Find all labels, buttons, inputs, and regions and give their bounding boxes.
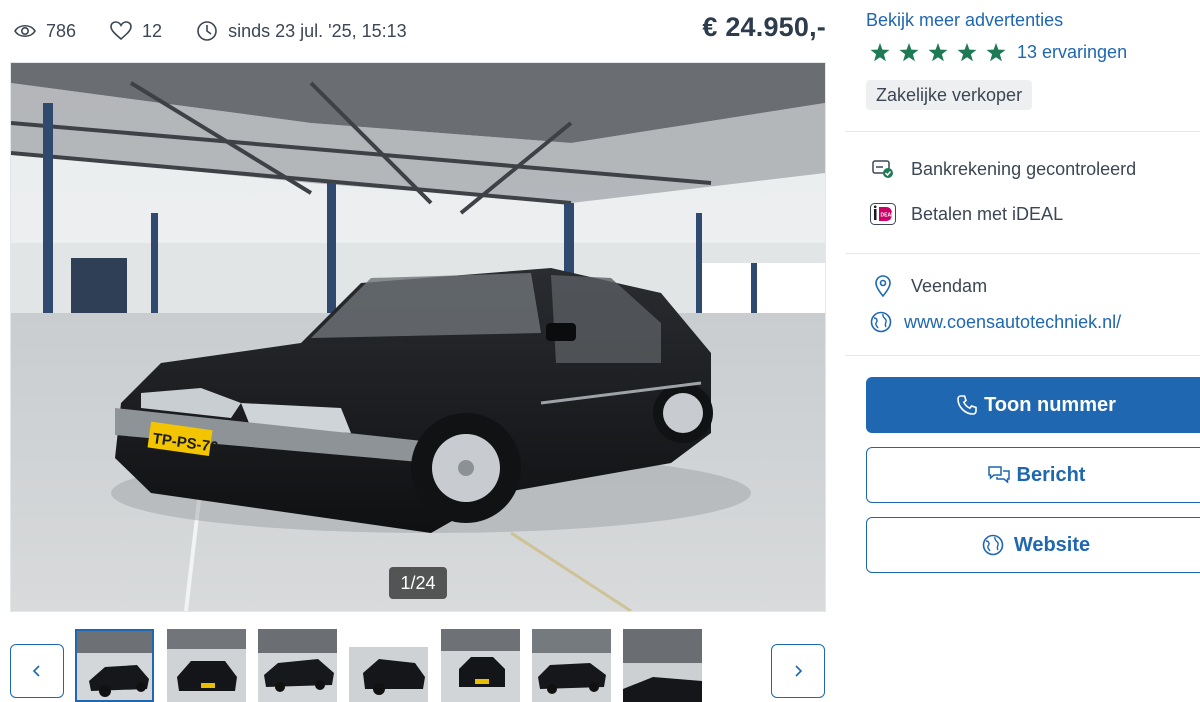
star-icon: [928, 43, 948, 62]
globe-icon: [870, 311, 892, 333]
show-phone-label: Toon nummer: [984, 393, 1116, 416]
bank-verified-row: Bankrekening gecontroleerd: [870, 156, 1136, 182]
thumbnail-6-image: [532, 629, 611, 702]
eye-icon: [14, 24, 36, 38]
listing-stats: 786 12 sinds 23 jul. '25, 15:13: [14, 18, 441, 44]
listing-price: € 24.950,-: [702, 12, 826, 42]
thumbnail-next-button[interactable]: [771, 644, 825, 698]
thumbnail-3[interactable]: [258, 629, 337, 702]
business-seller-badge: Zakelijke verkoper: [866, 80, 1033, 110]
views-stat: 786: [14, 21, 76, 42]
photo-counter: 1/24: [389, 567, 447, 599]
star-icon: [899, 43, 919, 62]
ideal-icon: DEAL: [870, 203, 896, 225]
main-photo[interactable]: TP-PS-76 mobilox: [10, 62, 826, 612]
thumbnail-7[interactable]: [623, 629, 702, 702]
website-url-link[interactable]: www.coensautotechniek.nl/: [904, 312, 1121, 333]
message-button[interactable]: Bericht: [866, 447, 1200, 503]
globe-icon: [982, 534, 1004, 556]
posted-since-stat: sinds 23 jul. '25, 15:13: [196, 20, 407, 42]
thumbnail-5[interactable]: [441, 629, 520, 702]
favorites-count: 12: [142, 20, 163, 41]
message-label: Bericht: [1016, 463, 1086, 486]
divider: [846, 355, 1200, 356]
star-icon: [957, 43, 977, 62]
thumbnail-3-image: [258, 629, 337, 702]
heart-icon: [110, 21, 132, 41]
thumbnail-1[interactable]: [75, 629, 154, 702]
star-icon: [986, 43, 1006, 62]
website-label: Website: [1013, 533, 1091, 556]
thumbnail-4-image: [349, 629, 428, 702]
website-url-row[interactable]: www.coensautotechniek.nl/: [868, 309, 1121, 335]
ideal-row: DEAL Betalen met iDEAL: [870, 201, 1063, 227]
views-count: 786: [46, 20, 77, 41]
bank-verified-text: Bankrekening gecontroleerd: [911, 158, 1137, 179]
car-photo: TP-PS-76: [11, 63, 825, 611]
divider: [846, 131, 1200, 132]
thumbnail-7-image: [623, 629, 702, 702]
chevron-left-icon: [32, 665, 40, 677]
thumbnail-4[interactable]: [349, 629, 428, 702]
bank-check-icon: [872, 160, 893, 178]
thumbnail-prev-button[interactable]: [10, 644, 64, 698]
divider: [846, 253, 1200, 254]
thumbnail-1-image: [77, 631, 152, 700]
clock-icon: [197, 21, 217, 41]
phone-icon: [957, 395, 977, 415]
location-row: Veendam: [870, 273, 987, 299]
seller-rating[interactable]: 13 ervaringen: [870, 42, 1127, 63]
favorites-stat: 12: [110, 21, 162, 42]
thumbnail-2-image: [167, 629, 246, 702]
ideal-text: Betalen met iDEAL: [911, 203, 1064, 224]
more-ads-link[interactable]: Bekijk meer advertenties: [866, 10, 1063, 31]
svg-text:DEAL: DEAL: [881, 213, 895, 219]
location-pin-icon: [875, 275, 891, 297]
show-phone-button[interactable]: Toon nummer: [866, 377, 1200, 433]
chat-icon: [987, 466, 1010, 484]
website-button[interactable]: Website: [866, 517, 1200, 573]
thumbnail-6[interactable]: [532, 629, 611, 702]
thumbnail-2[interactable]: [167, 629, 246, 702]
star-icon: [870, 43, 890, 62]
reviews-link[interactable]: 13 ervaringen: [1017, 42, 1127, 63]
thumbnail-5-image: [441, 629, 520, 702]
location-text: Veendam: [911, 275, 988, 296]
chevron-right-icon: [795, 665, 803, 677]
posted-since: sinds 23 jul. '25, 15:13: [228, 20, 407, 41]
